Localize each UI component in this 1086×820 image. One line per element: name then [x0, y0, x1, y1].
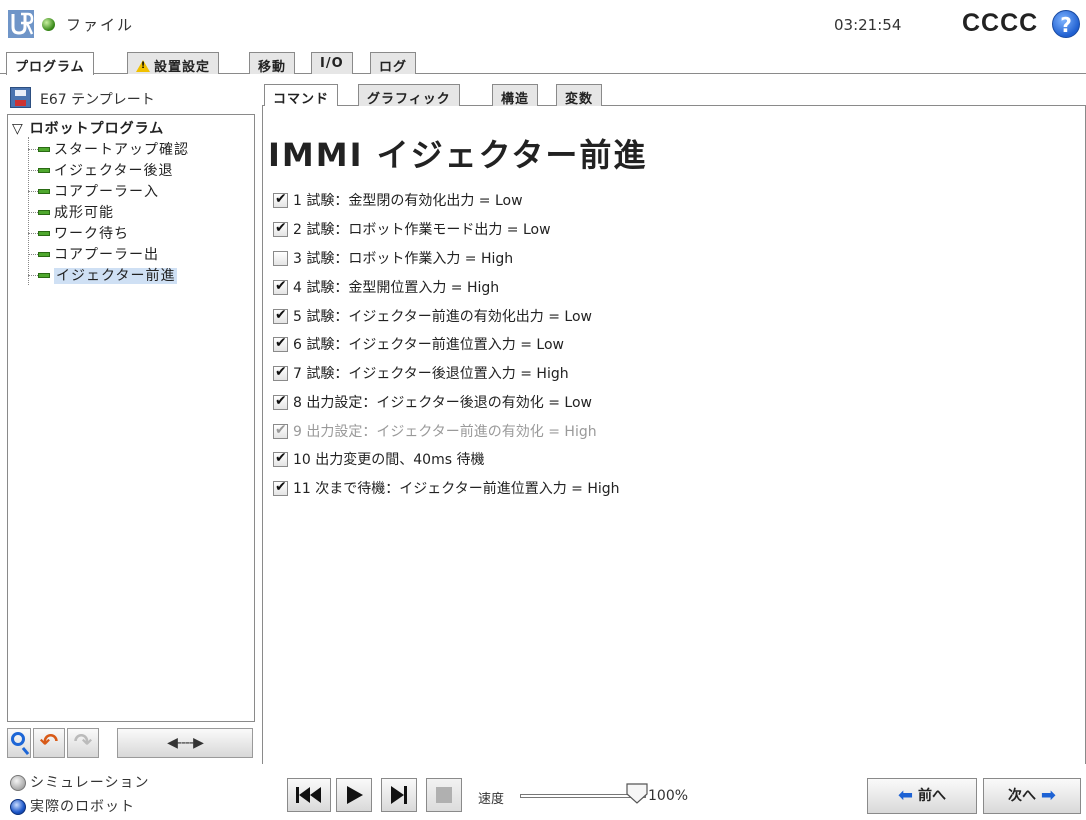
- node-icon: [38, 230, 50, 236]
- simulation-radio-icon[interactable]: [10, 775, 26, 791]
- step-button[interactable]: [381, 778, 417, 812]
- file-menu[interactable]: ファイル: [66, 14, 134, 35]
- condition-row-disabled[interactable]: 9 出力設定：イジェクター前進の有効化 = High: [273, 421, 597, 443]
- redo-icon: ↷: [73, 730, 93, 755]
- command-panel: IMMI イジェクター前進 1 試験：金型閉の有効化出力 = Low 2 試験：…: [262, 106, 1086, 764]
- speed-value: 100%: [648, 788, 689, 804]
- condition-checkbox[interactable]: [273, 307, 288, 324]
- arrow-left-icon: ⬅: [898, 785, 914, 806]
- tab-move[interactable]: 移動: [249, 52, 296, 75]
- tree-item[interactable]: スタートアップ確認: [28, 139, 189, 159]
- rewind-icon: [296, 787, 321, 803]
- tab-installation-label: 設置設定: [154, 60, 211, 75]
- node-icon: [38, 188, 50, 194]
- condition-row[interactable]: 6 試験：イジェクター前進位置入力 = Low: [273, 334, 564, 356]
- stop-icon: [436, 787, 452, 803]
- play-icon: [347, 786, 363, 804]
- move-node-button[interactable]: ◀----▶: [117, 728, 253, 758]
- play-button[interactable]: [336, 778, 372, 812]
- condition-checkbox[interactable]: [273, 335, 288, 352]
- robot-status-icon: [42, 18, 55, 31]
- step-icon: [391, 786, 407, 804]
- condition-row[interactable]: 7 試験：イジェクター後退位置入力 = High: [273, 363, 569, 385]
- condition-row[interactable]: 2 試験：ロボット作業モード出力 = Low: [273, 219, 551, 241]
- condition-checkbox[interactable]: [273, 479, 288, 496]
- bottom-bar: シミュレーション 実際のロボット 速度 100% ⬅ 前へ 次へ ➡: [0, 766, 1086, 820]
- tree-item[interactable]: コアプーラー出: [28, 244, 159, 264]
- mode-real-robot[interactable]: 実際のロボット: [10, 796, 135, 816]
- tab-variables[interactable]: 変数: [556, 84, 603, 107]
- condition-row[interactable]: 3 試験：ロボット作業入力 = High: [273, 248, 513, 270]
- warning-icon: [136, 60, 150, 72]
- tab-program[interactable]: プログラム: [6, 52, 94, 75]
- rewind-button[interactable]: [287, 778, 331, 812]
- prev-button[interactable]: ⬅ 前へ: [867, 778, 977, 814]
- condition-row[interactable]: 10 出力変更の間、40ms 待機: [273, 449, 484, 471]
- search-button[interactable]: [7, 728, 31, 758]
- program-name: E67 テンプレート: [40, 92, 155, 108]
- tree-item-selected[interactable]: イジェクター前進: [28, 265, 178, 285]
- tree-root[interactable]: ▽ ロボットプログラム: [12, 118, 164, 138]
- arrow-right-icon: ➡: [1040, 785, 1056, 806]
- condition-checkbox[interactable]: [273, 364, 288, 381]
- program-panel: E67 テンプレート ▽ ロボットプログラム スタートアップ確認 イジェクター後…: [7, 84, 255, 764]
- tab-log[interactable]: ログ: [370, 52, 417, 75]
- condition-row[interactable]: 1 試験：金型閉の有効化出力 = Low: [273, 190, 523, 212]
- tab-structure[interactable]: 構造: [492, 84, 539, 107]
- node-icon: [38, 272, 50, 278]
- real-robot-radio-icon[interactable]: [10, 799, 26, 815]
- condition-row[interactable]: 5 試験：イジェクター前進の有効化出力 = Low: [273, 306, 592, 328]
- undo-button[interactable]: ↶: [33, 728, 65, 758]
- node-icon: [38, 167, 50, 173]
- program-header: E67 テンプレート: [7, 84, 255, 112]
- speed-slider-thumb[interactable]: [625, 782, 649, 804]
- expand-triangle-icon[interactable]: ▽: [12, 121, 24, 137]
- node-icon: [38, 251, 50, 257]
- robot-name: CCCC: [962, 9, 1039, 37]
- condition-checkbox[interactable]: [273, 422, 288, 439]
- stop-button[interactable]: [426, 778, 462, 812]
- tree-item[interactable]: ワーク待ち: [28, 223, 129, 243]
- next-button[interactable]: 次へ ➡: [983, 778, 1081, 814]
- help-icon[interactable]: ?: [1052, 10, 1080, 38]
- tree-item[interactable]: 成形可能: [28, 202, 114, 222]
- condition-checkbox[interactable]: [273, 250, 288, 266]
- condition-checkbox[interactable]: [273, 220, 288, 237]
- main-tabs: プログラム 設置設定 移動 I/O ログ: [0, 52, 1086, 75]
- condition-checkbox[interactable]: [273, 393, 288, 410]
- condition-row[interactable]: 8 出力設定：イジェクター後退の有効化 = Low: [273, 392, 592, 414]
- clock: 03:21:54: [834, 16, 902, 34]
- condition-checkbox[interactable]: [273, 278, 288, 295]
- tree-item[interactable]: イジェクター後退: [28, 160, 173, 180]
- universal-robots-logo-icon: [8, 10, 34, 38]
- condition-checkbox[interactable]: [273, 191, 288, 208]
- condition-row[interactable]: 11 次まで待機：イジェクター前進位置入力 = High: [273, 478, 620, 500]
- tab-io[interactable]: I/O: [311, 52, 353, 74]
- tab-installation[interactable]: 設置設定: [127, 52, 220, 75]
- move-arrows-icon: ◀----▶: [167, 735, 204, 751]
- redo-button[interactable]: ↷: [67, 728, 99, 758]
- tab-command[interactable]: コマンド: [264, 84, 339, 107]
- tree-item[interactable]: コアプーラー入: [28, 181, 159, 201]
- sub-tabs: コマンド グラフィック 構造 変数: [262, 84, 1086, 107]
- program-tree[interactable]: ▽ ロボットプログラム スタートアップ確認 イジェクター後退 コアプーラー入 成…: [7, 114, 255, 722]
- tree-toolbar: ↶ ↷ ◀----▶: [7, 726, 255, 760]
- condition-checkbox[interactable]: [273, 450, 288, 467]
- tab-graphics[interactable]: グラフィック: [358, 84, 460, 107]
- node-icon: [38, 146, 50, 152]
- node-icon: [38, 209, 50, 215]
- undo-icon: ↶: [39, 730, 59, 755]
- save-icon[interactable]: [10, 87, 31, 108]
- speed-label: 速度: [478, 792, 505, 807]
- top-bar: ファイル 03:21:54 CCCC ?: [0, 0, 1086, 50]
- condition-row[interactable]: 4 試験：金型開位置入力 = High: [273, 277, 499, 299]
- search-icon: [11, 732, 25, 746]
- mode-simulation[interactable]: シミュレーション: [10, 772, 149, 792]
- page-title: IMMI イジェクター前進: [268, 136, 648, 174]
- tree-root-label: ロボットプログラム: [29, 121, 165, 137]
